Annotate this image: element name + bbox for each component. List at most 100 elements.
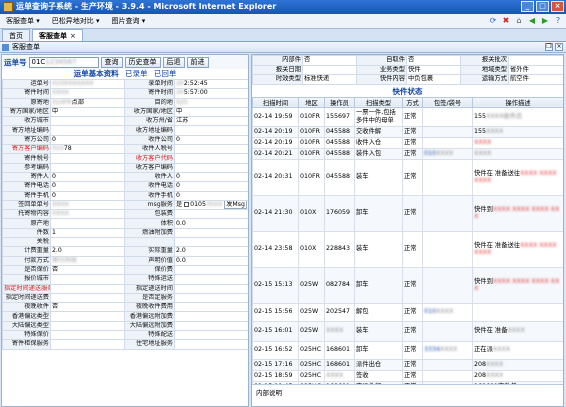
row-time: 02-14 23:58 [252, 230, 299, 268]
sender-country-value: 中 [50, 106, 125, 118]
table-row[interactable]: 02-15 15:13 025W 082784 卸车 正常 快件到XXXX XX… [252, 266, 563, 304]
table-row[interactable]: 02-15 16:52 025HC 168601 卸车 正常 3334XXXX … [252, 340, 563, 360]
close-button[interactable]: × [551, 1, 564, 12]
row-type: 装件入包 [354, 147, 403, 160]
real-weight-label: 实际重量 [124, 246, 175, 257]
table-row[interactable]: 02-14 19:59 010FR 155697 一票一件,包括多件中的母单 正… [252, 106, 563, 127]
refresh-icon[interactable]: ⟳ [488, 16, 498, 26]
col-bag[interactable]: 包签/袋号 [422, 96, 473, 108]
msg-checkbox[interactable] [184, 201, 190, 207]
time-service-time-label: 指定递送时间 [124, 283, 175, 294]
waybill-no-value: 010XXXXXXX [50, 78, 125, 90]
table-row[interactable]: 02-14 20:21 010FR 045588 装件入包 正常 010XXXX… [252, 147, 563, 160]
table-row[interactable]: 02-15 16:01 025W XXXX 装车 正常 快件在 准备XXXX [252, 320, 563, 342]
tab-home[interactable]: 首页 [2, 29, 30, 41]
biz-type-label: 业务类型 [356, 64, 407, 75]
send-msg-button[interactable]: 发Msg [224, 201, 247, 209]
table-row[interactable]: 02-14 20:19 010FR 045588 收件入仓 正常 XXXX [252, 136, 563, 149]
col-scan-type[interactable]: 扫描类型 [354, 96, 403, 108]
window-title: 运单查询子系统 - 生产环境 - 3.9.4 - Microsoft Inter… [16, 2, 277, 11]
back-icon[interactable]: ◀ [527, 16, 537, 26]
row-type: 卸车 [354, 266, 403, 304]
close-label: 报关批次 [460, 55, 509, 66]
menu-image[interactable]: 图片查询 ▾ [106, 16, 152, 26]
row-desc: 155XXXX收件员 [472, 106, 563, 127]
row-area: 025W [298, 320, 325, 342]
row-desc [472, 302, 563, 322]
history-button[interactable]: 历史查单 [124, 56, 161, 68]
intercity-label: 报价城市 [2, 274, 51, 285]
row-op: 082784 [324, 266, 355, 304]
row-time: 02-15 18:59 [252, 369, 299, 382]
home-icon[interactable]: ⌂ [514, 16, 524, 26]
receiver-company-value: 0 [174, 134, 248, 146]
row-area: 010FR [298, 136, 325, 149]
help-icon[interactable]: ? [553, 16, 563, 26]
panel-title: 客服查单 [12, 43, 40, 51]
forward-icon[interactable]: ▶ [540, 16, 550, 26]
col-desc[interactable]: 操作描述 [472, 96, 563, 108]
sender-country-label: 寄方国家/地区 [2, 106, 51, 118]
row-bag [422, 230, 473, 268]
col-scan-time[interactable]: 扫描时间 [252, 96, 299, 108]
paymethod-label: 付款方式 [2, 255, 51, 266]
receiver-prov-label: 收方州/省 [124, 116, 175, 127]
table-row[interactable]: 02-15 15:56 025W 202547 解包 正常 010XXXX [252, 302, 563, 322]
query-button[interactable]: 查询 [100, 56, 123, 68]
tab-kefu[interactable]: 客服查单 × [32, 29, 83, 41]
maximize-button[interactable]: □ [536, 1, 549, 12]
tracking-table: 扫描时间 地区 操作员 扫描类型 方式 包签/袋号 操作描述 02-14 19:… [252, 96, 563, 393]
row-desc: XXXX [472, 136, 563, 149]
sender-phone-label: 寄件电话 [2, 181, 51, 192]
origin-value: 010FR点部 [50, 97, 125, 108]
receiver-company-label: 收件公司 [124, 134, 175, 146]
row-desc: 快件到XXXX XXXX XXXX XXX [472, 266, 563, 304]
table-row[interactable]: 02-14 21:30 010X 176059 卸车 正常 快件到XXXX XX… [252, 194, 563, 232]
back-button[interactable]: 后退 [162, 56, 185, 68]
waybill-basic-pane: 运单号 01C1234567 查询 历史查单 后退 前进 运单基本资料 已录单 … [1, 54, 249, 407]
self-value: 否 [406, 55, 461, 66]
minimize-button[interactable]: _ [521, 1, 534, 12]
row-op: 202547 [324, 302, 355, 322]
table-row[interactable]: 02-15 17:16 025HC 168601 派件出仓 正常 208XXXX [252, 358, 563, 371]
waybill-search-input[interactable]: 01C1234567 [28, 56, 99, 68]
table-row[interactable]: 02-14 20:31 010FR 045588 装车 正常 快件在 准备送往X… [252, 158, 563, 196]
panel-restore-icon[interactable]: ❐ [545, 43, 553, 51]
basic-info-table: 运单号 010XXXXXXX 录单时间 202:52:45 寄件时间 XXXX … [2, 78, 248, 350]
row-mode: 正常 [402, 106, 423, 127]
toolbar-icons: ⟳ ✖ ⌂ ◀ ▶ ? [488, 16, 563, 26]
row-time: 02-14 20:21 [252, 147, 299, 160]
internal-note[interactable]: 内部说明 [252, 384, 563, 406]
col-operator[interactable]: 操作员 [324, 96, 355, 108]
close-tab-icon[interactable]: × [70, 32, 76, 40]
origin-label: 原寄地 [2, 97, 51, 108]
menu-compare[interactable]: 巴松异地对比 ▾ [46, 16, 106, 26]
track-title: 快件状态 [392, 86, 423, 96]
receiver-country-value: 中 [174, 106, 248, 118]
stop-icon[interactable]: ✖ [501, 16, 511, 26]
panel-close-icon[interactable]: × [555, 43, 563, 51]
row-time: 02-15 15:13 [252, 266, 299, 304]
time-service2-label: 指定时间递送费 [2, 292, 51, 304]
menu-kefu[interactable]: 客服查单 ▾ [0, 16, 46, 26]
col-area[interactable]: 地区 [298, 96, 325, 108]
col-mode[interactable]: 方式 [402, 96, 423, 108]
forward-button[interactable]: 前进 [186, 56, 209, 68]
send-time-label: 寄件时间 [2, 88, 51, 99]
content-label: 托寄物内容 [2, 209, 51, 220]
row-op: 155697 [324, 106, 355, 127]
receiver-prov-value: 江苏 [174, 116, 248, 127]
sender-city-label: 收方城市 [2, 116, 51, 127]
table-row[interactable]: 02-14 20:19 010FR 045588 交收件解 正常 155XXXX [252, 125, 563, 138]
row-type: 卸车 [354, 340, 403, 360]
tracking-pane: 内部件 否 自取件 否 报关批次 报关日期 业务类型 快件 地域类型 省外件 时… [251, 54, 564, 407]
sender-cust-code-label: 寄方客户编码 [2, 144, 51, 155]
special-insure-label: 特殊保价 [2, 329, 51, 341]
row-mode: 正常 [402, 302, 423, 322]
row-bag [422, 320, 473, 342]
pieces-value: 1 [50, 227, 125, 239]
row-op: 168601 [324, 340, 355, 360]
table-row[interactable]: 02-15 18:59 025HC XXXX 签收 正常 208XXXX [252, 369, 563, 382]
table-row[interactable]: 02-14 23:58 010X 228843 装车 正常 快件在 准备送往XX… [252, 230, 563, 268]
row-bag [422, 369, 473, 382]
